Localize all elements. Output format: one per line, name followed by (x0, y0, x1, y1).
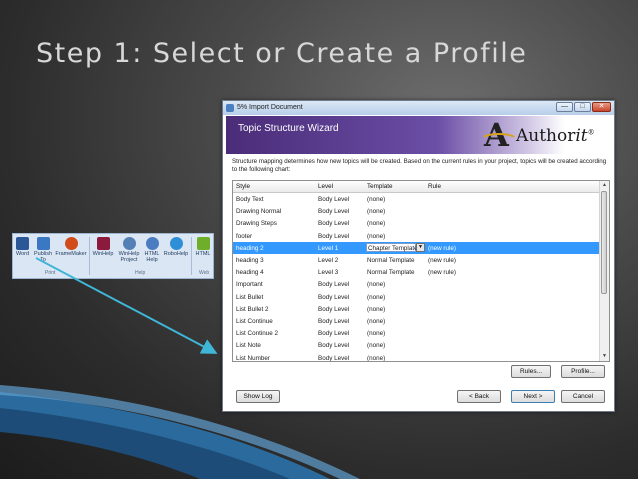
pointer-arrow (35, 257, 218, 354)
